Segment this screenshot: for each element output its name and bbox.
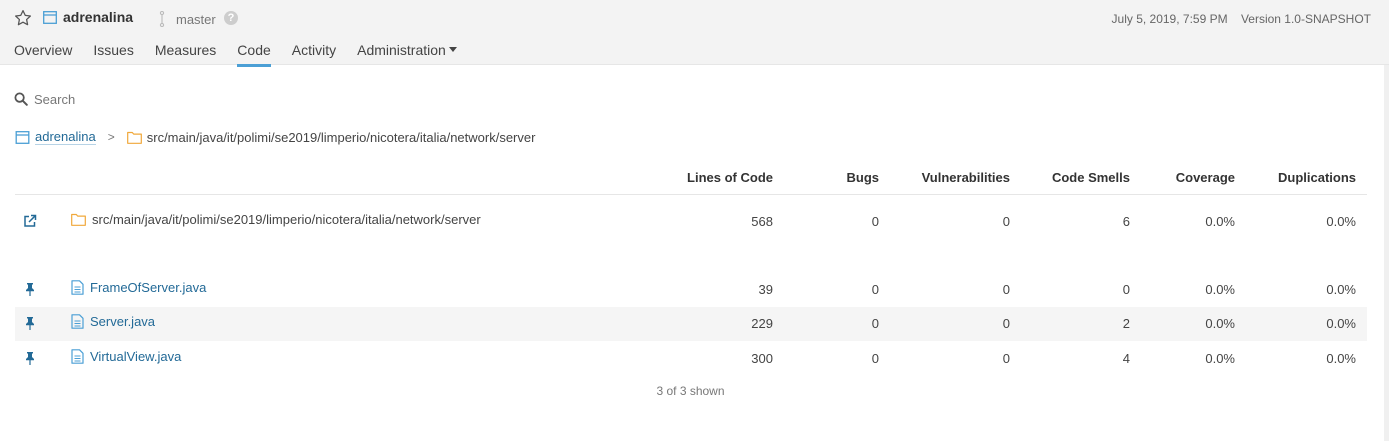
row-name: FrameOfServer.java xyxy=(71,280,206,295)
search-box[interactable] xyxy=(14,90,314,112)
analysis-date: July 5, 2019, 7:59 PM xyxy=(1111,12,1228,26)
project-icon xyxy=(15,130,30,144)
cell-bugs[interactable]: 0 xyxy=(872,316,879,331)
search-icon xyxy=(14,92,28,106)
cell-bugs[interactable]: 0 xyxy=(872,214,879,229)
cell-duplications[interactable]: 0.0% xyxy=(1326,214,1356,229)
breadcrumb-path: src/main/java/it/polimi/se2019/limperio/… xyxy=(146,129,536,145)
table-row[interactable]: Server.java 229 0 0 2 0.0% 0.0% xyxy=(15,307,1367,341)
cell-vulnerabilities[interactable]: 0 xyxy=(1003,282,1010,297)
project-nav: Overview Issues Measures Code Activity A… xyxy=(14,42,478,67)
directory-path: src/main/java/it/polimi/se2019/limperio/… xyxy=(92,212,481,227)
cell-coverage[interactable]: 0.0% xyxy=(1205,214,1235,229)
code-table: Lines of Code Bugs Vulnerabilities Code … xyxy=(15,163,1367,366)
column-vulnerabilities[interactable]: Vulnerabilities xyxy=(922,170,1010,185)
project-name[interactable]: adrenalina xyxy=(63,9,133,25)
column-code-smells[interactable]: Code Smells xyxy=(1052,170,1130,185)
column-lines-of-code[interactable]: Lines of Code xyxy=(687,170,773,185)
row-name: src/main/java/it/polimi/se2019/limperio/… xyxy=(71,212,481,227)
column-coverage[interactable]: Coverage xyxy=(1176,170,1235,185)
analysis-meta: July 5, 2019, 7:59 PM Version 1.0-SNAPSH… xyxy=(1112,12,1371,26)
row-name: VirtualView.java xyxy=(71,349,181,364)
tab-overview[interactable]: Overview xyxy=(14,42,72,67)
cell-bugs[interactable]: 0 xyxy=(872,351,879,366)
search-input[interactable] xyxy=(34,92,294,107)
tab-administration[interactable]: Administration xyxy=(357,42,457,67)
cell-duplications[interactable]: 0.0% xyxy=(1326,316,1356,331)
cell-code-smells[interactable]: 4 xyxy=(1123,351,1130,366)
column-duplications[interactable]: Duplications xyxy=(1278,170,1356,185)
cell-duplications[interactable]: 0.0% xyxy=(1326,351,1356,366)
cell-duplications[interactable]: 0.0% xyxy=(1326,282,1356,297)
cell-code-smells[interactable]: 0 xyxy=(1123,282,1130,297)
pin-icon[interactable] xyxy=(23,351,37,365)
cell-code-smells[interactable]: 6 xyxy=(1123,214,1130,229)
file-icon xyxy=(71,349,84,364)
external-link-icon[interactable] xyxy=(23,214,37,228)
project-version: Version 1.0-SNAPSHOT xyxy=(1240,12,1371,26)
pin-icon[interactable] xyxy=(23,282,37,296)
branch-icon xyxy=(159,11,165,27)
cell-coverage[interactable]: 0.0% xyxy=(1205,316,1235,331)
column-bugs[interactable]: Bugs xyxy=(847,170,880,185)
favorite-star-icon[interactable] xyxy=(14,9,32,27)
pin-icon[interactable] xyxy=(23,316,37,330)
shown-count: 3 of 3 shown xyxy=(656,384,725,398)
tab-code[interactable]: Code xyxy=(237,42,271,67)
cell-lines-of-code: 229 xyxy=(751,316,773,331)
cell-bugs[interactable]: 0 xyxy=(872,282,879,297)
tab-measures[interactable]: Measures xyxy=(155,42,216,67)
caret-down-icon xyxy=(448,47,457,53)
cell-lines-of-code: 39 xyxy=(758,282,773,297)
file-link[interactable]: FrameOfServer.java xyxy=(90,280,206,295)
row-name: Server.java xyxy=(71,314,155,329)
tab-activity[interactable]: Activity xyxy=(292,42,336,67)
cell-vulnerabilities[interactable]: 0 xyxy=(1003,214,1010,229)
top-header: adrenalina master ? July 5, 2019, 7:59 P… xyxy=(0,0,1389,67)
help-icon[interactable]: ? xyxy=(224,11,238,25)
cell-lines-of-code: 300 xyxy=(751,351,773,366)
cell-vulnerabilities[interactable]: 0 xyxy=(1003,351,1010,366)
table-header: Lines of Code Bugs Vulnerabilities Code … xyxy=(15,163,1367,195)
branch-name[interactable]: master xyxy=(176,12,216,27)
cell-coverage[interactable]: 0.0% xyxy=(1205,351,1235,366)
folder-icon xyxy=(71,213,86,226)
tab-administration-label: Administration xyxy=(357,42,446,58)
cell-coverage[interactable]: 0.0% xyxy=(1205,282,1235,297)
tab-issues[interactable]: Issues xyxy=(93,42,133,67)
cell-vulnerabilities[interactable]: 0 xyxy=(1003,316,1010,331)
project-icon xyxy=(43,11,57,24)
cell-code-smells[interactable]: 2 xyxy=(1123,316,1130,331)
file-link[interactable]: VirtualView.java xyxy=(90,349,181,364)
breadcrumb-separator: > xyxy=(107,130,115,144)
breadcrumb: adrenalina > src/main/java/it/polimi/se2… xyxy=(15,129,535,145)
file-icon xyxy=(71,280,84,295)
table-row-base: src/main/java/it/polimi/se2019/limperio/… xyxy=(15,205,1367,239)
folder-icon xyxy=(126,131,142,144)
cell-lines-of-code: 568 xyxy=(751,214,773,229)
scrollbar[interactable] xyxy=(1384,65,1389,441)
file-link[interactable]: Server.java xyxy=(90,314,155,329)
breadcrumb-project-link[interactable]: adrenalina xyxy=(35,129,96,145)
table-row[interactable]: VirtualView.java 300 0 0 4 0.0% 0.0% xyxy=(15,342,1367,376)
file-icon xyxy=(71,314,84,329)
table-row[interactable]: FrameOfServer.java 39 0 0 0 0.0% 0.0% xyxy=(15,273,1367,307)
